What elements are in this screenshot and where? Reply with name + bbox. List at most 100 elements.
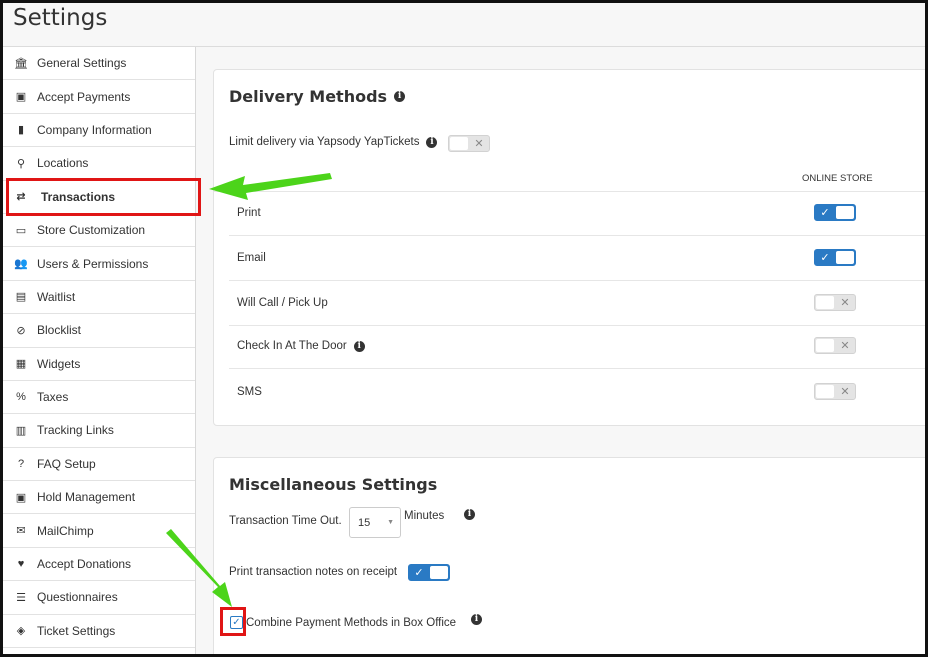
checkbox-highlight-box [220, 607, 246, 636]
delivery-row-text: Email [237, 252, 266, 264]
info-icon[interactable]: i [471, 614, 482, 625]
limit-delivery-text: Limit delivery via Yapsody YapTickets [229, 136, 420, 148]
sidebar-item-label: Users & Permissions [37, 256, 149, 271]
sidebar-item-label: Store Customization [37, 223, 146, 238]
sidebar-item-company-information[interactable]: ▮ Company Information [3, 114, 195, 148]
heart-icon: ♥ [17, 558, 25, 571]
desktop-icon: ▭ [15, 224, 27, 237]
sidebar-item-general-settings[interactable]: 🏛 General Settings [3, 47, 195, 81]
delivery-row-text: SMS [237, 386, 262, 398]
id-card-icon: ▤ [15, 291, 27, 304]
timeout-unit-label: Minutes [404, 510, 445, 522]
check-icon: ✓ [414, 567, 424, 579]
sidebar-item-label: Waitlist [37, 289, 76, 304]
sidebar-item-tracking-links[interactable]: ▥ Tracking Links [3, 414, 195, 448]
delivery-row-label-will-call-pick-up: Will Call / Pick Up [237, 297, 328, 309]
grid-icon: ▦ [15, 358, 27, 371]
toggle-knob [816, 339, 834, 352]
list-icon: ☰ [16, 591, 26, 604]
hospital-icon: ▣ [15, 491, 27, 504]
sidebar-item-accept-payments[interactable]: ▣ Accept Payments [3, 80, 195, 114]
transaction-timeout-select[interactable]: 15 ▼ [349, 507, 401, 538]
timeout-value: 15 [358, 517, 371, 529]
sidebar-item-blocklist[interactable]: ⊘ Blocklist [3, 314, 195, 348]
id-badge-icon: ▥ [15, 424, 27, 437]
settings-sidebar: 🏛 General Settings ▣ Accept Payments ▮ Compan… [3, 47, 196, 654]
miscellaneous-settings-title: Miscellaneous Settings [229, 475, 438, 494]
print-notes-label: Print transaction notes on receipt [229, 566, 398, 578]
toggle-knob [816, 385, 834, 398]
info-icon[interactable]: i [426, 136, 438, 148]
combine-payment-methods-label: Combine Payment Methods in Box Office [246, 617, 456, 629]
delivery-methods-card: Delivery Methods i Limit delivery via Ya… [213, 69, 925, 426]
info-icon[interactable]: i [464, 509, 475, 520]
sidebar-item-ticket-settings[interactable]: ◈ Ticket Settings [3, 615, 195, 649]
delivery-row-label-sms: SMS [237, 386, 262, 398]
sidebar-item-label: Ticket Settings [37, 623, 116, 638]
online-store-column-header: ONLINE STORE [802, 173, 873, 184]
delivery-toggle-check-in-at-the-door[interactable]: ✕ [814, 337, 856, 354]
main-content: Delivery Methods i Limit delivery via Ya… [196, 47, 925, 654]
sidebar-item-widgets[interactable]: ▦ Widgets [3, 348, 195, 381]
info-icon[interactable]: i [394, 91, 406, 102]
sidebar-item-label: Hold Management [37, 490, 136, 505]
toggle-knob [430, 566, 448, 579]
delivery-methods-title: Delivery Methods i [229, 87, 406, 106]
money-icon: ▣ [15, 91, 27, 104]
sidebar-item-waitlist[interactable]: ▤ Waitlist [3, 281, 195, 315]
delivery-toggle-print[interactable]: ✓ [814, 204, 856, 221]
sidebar-item-label: Questionnaires [37, 590, 118, 605]
sidebar-item-label: Locations [37, 156, 89, 171]
sidebar-item-label: Taxes [37, 390, 69, 405]
cross-icon: ✕ [840, 386, 850, 398]
divider [229, 235, 925, 236]
combine-payment-methods-text: Combine Payment Methods in Box Office [246, 617, 457, 629]
chevron-down-icon: ▼ [387, 519, 394, 526]
sidebar-item-label: Tracking Links [37, 423, 114, 438]
toggle-knob [836, 251, 854, 264]
sidebar-item-users-permissions[interactable]: 👥 Users & Permissions [3, 247, 195, 281]
sidebar-item-questionnaires[interactable]: ☰ Questionnaires [3, 581, 195, 615]
transactions-highlight-box [6, 178, 201, 216]
transaction-timeout-label: Transaction Time Out. [229, 515, 342, 527]
sidebar-item-store-customization[interactable]: ▭ Store Customization [3, 214, 195, 248]
sidebar-item-label: Accept Donations [37, 557, 132, 572]
delivery-row-text: Will Call / Pick Up [237, 297, 328, 309]
delivery-row-label-print: Print [237, 207, 261, 219]
print-notes-toggle[interactable]: ✓ [408, 564, 450, 581]
toggle-knob [450, 137, 468, 150]
building-icon: ▮ [17, 124, 25, 137]
divider [229, 280, 925, 281]
delivery-toggle-email[interactable]: ✓ [814, 249, 856, 266]
sidebar-item-faq-setup[interactable]: ? FAQ Setup [3, 448, 195, 482]
delivery-toggle-will-call-pick-up[interactable]: ✕ [814, 294, 856, 311]
sidebar-item-label: FAQ Setup [37, 456, 96, 471]
sidebar-item-label: Accept Payments [37, 89, 131, 104]
bank-icon: 🏛 [14, 57, 28, 70]
question-circle-icon: ? [17, 457, 25, 470]
sidebar-item-label: General Settings [37, 56, 127, 71]
check-icon: ✓ [820, 207, 830, 219]
sidebar-item-taxes[interactable]: % Taxes [3, 381, 195, 415]
envelope-icon: ✉ [16, 525, 26, 538]
limit-delivery-toggle[interactable]: ✕ [448, 135, 490, 152]
users-icon: 👥 [14, 258, 28, 271]
info-icon[interactable]: i [353, 340, 365, 352]
sidebar-item-locations[interactable]: ⚲ Locations [3, 147, 195, 181]
check-icon: ✓ [820, 252, 830, 264]
delivery-row-label-email: Email [237, 252, 266, 264]
sidebar-item-mailchimp[interactable]: ✉ MailChimp [3, 514, 195, 548]
limit-delivery-label: Limit delivery via Yapsody YapTickets i [229, 136, 438, 148]
divider [229, 368, 925, 369]
miscellaneous-settings-card: Miscellaneous Settings Transaction Time … [213, 457, 925, 654]
divider [214, 191, 925, 192]
page-title: Settings [13, 5, 108, 31]
delivery-row-label-check-in-at-the-door: Check In At The Door i [237, 340, 365, 352]
percent-icon: % [16, 391, 26, 404]
sidebar-item-accept-donations[interactable]: ♥ Accept Donations [3, 548, 195, 582]
ticket-icon: ◈ [16, 625, 26, 638]
sidebar-item-hold-management[interactable]: ▣ Hold Management [3, 481, 195, 515]
divider [229, 325, 925, 326]
delivery-toggle-sms[interactable]: ✕ [814, 383, 856, 400]
screenshot-frame: Settings 🏛 General Settings ▣ Accept Paymen… [0, 0, 928, 657]
